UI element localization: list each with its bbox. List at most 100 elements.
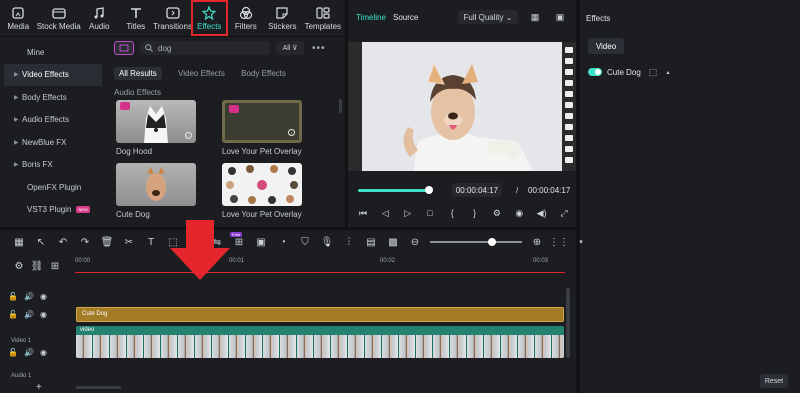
timeline-vertical-scrollbar[interactable]: [566, 288, 570, 358]
speed-icon[interactable]: ◔: [272, 234, 294, 250]
effect-card-cute-dog[interactable]: Cute Dog: [116, 163, 196, 219]
chevron-down-icon[interactable]: ▾: [570, 234, 592, 250]
toolbar-effects[interactable]: Effects: [191, 0, 228, 36]
toolbar-stock-media[interactable]: Stock Media: [37, 0, 81, 36]
mixer-icon[interactable]: ⫶: [338, 234, 360, 250]
sidebar-item-newblue-fx[interactable]: ▶ NewBlue FX: [4, 131, 102, 154]
tab-timeline-preview[interactable]: Timeline: [356, 13, 386, 22]
select-tool-icon[interactable]: ↖: [30, 234, 52, 250]
mark-in-icon[interactable]: {: [445, 206, 459, 220]
tab-video-properties[interactable]: Video: [588, 38, 624, 54]
tab-video-effects[interactable]: Video Effects: [178, 67, 225, 80]
zoom-in-icon[interactable]: ⊕: [526, 234, 548, 250]
previous-frame-icon[interactable]: ⏮: [356, 206, 370, 220]
quality-select[interactable]: Full Quality ⌄: [458, 10, 518, 24]
more-options-icon[interactable]: •••: [312, 43, 326, 54]
zoom-out-icon[interactable]: ⊖: [404, 234, 426, 250]
tab-body-effects[interactable]: Body Effects: [241, 67, 286, 80]
reset-button[interactable]: Reset: [760, 374, 788, 388]
effect-card-dog-hood[interactable]: ↓ Dog Hood: [116, 100, 196, 156]
filters-icon: [239, 6, 252, 19]
snapshot-icon[interactable]: ▣: [553, 10, 567, 24]
timeline-ruler[interactable]: 00:00 00:01 00:02 00:03: [75, 258, 565, 272]
timeline-horizontal-scrollbar[interactable]: [76, 386, 121, 389]
video-clip[interactable]: video: [76, 326, 564, 358]
cut-icon[interactable]: ✂: [118, 234, 140, 250]
track-controls: 🔓 🔊 ◉: [8, 310, 50, 319]
frame-thumb: [331, 335, 348, 358]
effects-sidebar: Mine ▶ Video Effects ▶ Body Effects ▶ Audio…: [4, 41, 102, 221]
audio-mute-icon[interactable]: 🔊: [24, 310, 34, 319]
frame-thumb: [297, 335, 314, 358]
effect-card-love-your-pet-2[interactable]: Love Your Pet Overlay ...: [222, 163, 302, 219]
replace-icon[interactable]: ▩: [382, 234, 404, 250]
playback-progress[interactable]: [358, 189, 430, 192]
layout-icon[interactable]: ▦: [8, 234, 30, 250]
timeline-panel: ▦ ↖ ↶ ↷ 🗑 ✂ T ⬚ ☻ ⇋ ⊞ ▣ ◔ ⛉ 🎙 ⫶ ▤ ▩ ⊖ ⊕ …: [0, 230, 583, 393]
hide-icon[interactable]: ◉: [40, 292, 50, 301]
audio-mute-icon[interactable]: 🔊: [24, 348, 34, 357]
library-dropdown-icon[interactable]: [114, 41, 134, 55]
camera-icon[interactable]: ◉: [512, 206, 526, 220]
current-time[interactable]: 00:00:04:17: [452, 183, 502, 197]
effect-name: Cute Dog: [607, 68, 641, 77]
playback-scrubber[interactable]: [425, 186, 433, 194]
toolbar-audio[interactable]: Audio: [81, 0, 118, 36]
lock-icon[interactable]: 🔓: [8, 310, 18, 319]
fullscreen-icon[interactable]: ⤢: [557, 206, 571, 220]
toolbar-filters[interactable]: Filters: [228, 0, 265, 36]
ruler-label: 00:03: [533, 258, 549, 264]
sidebar-item-vst3-plugin[interactable]: VST3 Plugin NEW: [4, 199, 102, 222]
stop-icon[interactable]: □: [423, 206, 437, 220]
sidebar-item-audio-effects[interactable]: ▶ Audio Effects: [4, 109, 102, 132]
toolbar-transitions[interactable]: Transitions: [153, 0, 192, 36]
effect-clip[interactable]: Cute Dog: [76, 307, 564, 322]
sidebar-item-mine[interactable]: Mine: [4, 41, 102, 64]
subtitle-icon[interactable]: ▤: [360, 234, 382, 250]
lock-icon[interactable]: 🔓: [8, 348, 18, 357]
effect-card-love-your-pet-1[interactable]: ↓ Love Your Pet Overlay ...: [222, 100, 302, 156]
grid-view-icon[interactable]: ▦: [528, 10, 542, 24]
toolbar-templates[interactable]: Templates: [301, 0, 345, 36]
sidebar-item-openfx-plugin[interactable]: OpenFX Plugin: [4, 176, 102, 199]
effects-icon: [202, 5, 217, 20]
frame-thumb: [212, 335, 229, 358]
toolbar-media[interactable]: Media: [0, 0, 37, 36]
library-scrollbar[interactable]: [339, 99, 342, 113]
chevron-up-icon[interactable]: ▴: [661, 65, 675, 79]
toolbar-titles[interactable]: Titles: [117, 0, 154, 36]
text-icon[interactable]: T: [140, 234, 162, 250]
grip-icon[interactable]: ⋮⋮: [548, 234, 570, 250]
image-icon[interactable]: ▣: [250, 234, 272, 250]
redo-icon[interactable]: ↷: [74, 234, 96, 250]
search-input[interactable]: dog: [140, 41, 270, 55]
effect-settings-icon[interactable]: ⬚: [646, 65, 660, 79]
volume-icon[interactable]: ◀): [535, 206, 549, 220]
sidebar-item-boris-fx[interactable]: ▶ Boris FX: [4, 154, 102, 177]
tab-audio-effects[interactable]: Audio Effects: [114, 86, 330, 99]
shield-icon[interactable]: ⛉: [294, 234, 316, 250]
filter-button[interactable]: All ⊽: [276, 41, 304, 55]
effect-toggle[interactable]: [588, 68, 602, 76]
mark-out-icon[interactable]: }: [468, 206, 482, 220]
tab-all-results[interactable]: All Results: [114, 67, 162, 80]
audio-mute-icon[interactable]: 🔊: [24, 292, 34, 301]
add-icon[interactable]: +: [36, 382, 42, 393]
toolbar-stickers[interactable]: Stickers: [264, 0, 301, 36]
sidebar-item-video-effects[interactable]: ▶ Video Effects: [4, 63, 102, 86]
microphone-icon[interactable]: 🎙: [316, 234, 338, 250]
step-back-icon[interactable]: ◁: [378, 206, 392, 220]
undo-icon[interactable]: ↶: [52, 234, 74, 250]
sidebar-item-body-effects[interactable]: ▶ Body Effects: [4, 86, 102, 109]
hide-icon[interactable]: ◉: [40, 348, 50, 357]
play-icon[interactable]: ▷: [401, 206, 415, 220]
lock-icon[interactable]: 🔓: [8, 292, 18, 301]
hide-icon[interactable]: ◉: [40, 310, 50, 319]
tab-source-preview[interactable]: Source: [393, 13, 418, 22]
chevron-right-icon: ▶: [14, 139, 19, 146]
zoom-slider-knob[interactable]: [488, 238, 496, 246]
zoom-slider[interactable]: [430, 238, 522, 246]
delete-icon[interactable]: 🗑: [96, 234, 118, 250]
settings-icon[interactable]: ⚙: [490, 206, 504, 220]
add-track-icon[interactable]: ⊞: [44, 258, 66, 274]
